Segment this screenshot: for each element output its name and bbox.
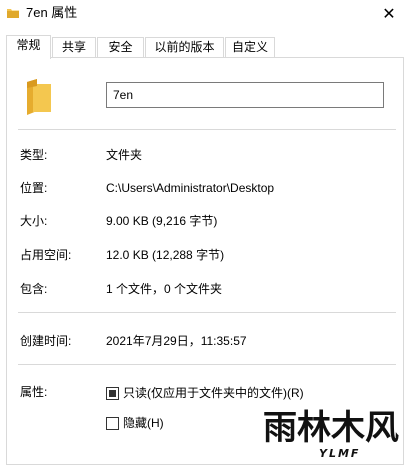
tab-sharing[interactable]: 共享	[52, 37, 96, 58]
tab-strip: 常规 共享 安全 以前的版本 自定义	[6, 35, 403, 59]
tab-security[interactable]: 安全	[97, 37, 144, 58]
created-label: 创建时间:	[20, 334, 72, 348]
divider	[18, 364, 396, 365]
contains-value: 1 个文件，0 个文件夹	[106, 282, 223, 296]
contains-label: 包含:	[20, 282, 48, 296]
tab-customize[interactable]: 自定义	[225, 37, 275, 58]
divider	[18, 312, 396, 313]
attributes-label: 属性:	[20, 385, 48, 399]
size-value: 9.00 KB (9,216 字节)	[106, 214, 218, 228]
checkbox-icon[interactable]	[106, 416, 119, 430]
tab-general[interactable]: 常规	[6, 35, 51, 59]
location-label: 位置:	[20, 181, 48, 195]
tab-previous-versions[interactable]: 以前的版本	[145, 37, 224, 58]
size-on-disk-value: 12.0 KB (12,288 字节)	[106, 248, 225, 262]
hidden-label: 隐藏(H)	[123, 416, 164, 430]
type-value: 文件夹	[106, 148, 143, 162]
type-label: 类型:	[20, 148, 48, 162]
watermark-text: 雨林木风	[263, 408, 399, 448]
folder-icon	[27, 79, 51, 115]
folder-name-field[interactable]: 7en	[106, 82, 384, 108]
ylmf-watermark-logo: 雨林木风 YLMF	[263, 408, 399, 460]
size-label: 大小:	[20, 214, 48, 228]
close-icon: ✕	[382, 6, 396, 23]
readonly-label: 只读(仅应用于文件夹中的文件)(R)	[123, 386, 304, 400]
window-title: 7en 属性	[26, 5, 78, 20]
folder-icon	[7, 9, 19, 18]
title-bar: 7en 属性 ✕	[0, 0, 409, 30]
hidden-checkbox[interactable]: 隐藏(H)	[106, 415, 164, 431]
created-value: 2021年7月29日，11:35:57	[106, 334, 247, 348]
divider	[18, 129, 396, 130]
watermark-subtext: YLMF	[319, 447, 360, 460]
readonly-checkbox[interactable]: 只读(仅应用于文件夹中的文件)(R)	[106, 385, 304, 401]
checkbox-indeterminate-icon[interactable]	[106, 386, 119, 400]
location-value: C:\Users\Administrator\Desktop	[106, 181, 275, 195]
close-button[interactable]: ✕	[369, 0, 409, 30]
size-on-disk-label: 占用空间:	[20, 248, 72, 262]
